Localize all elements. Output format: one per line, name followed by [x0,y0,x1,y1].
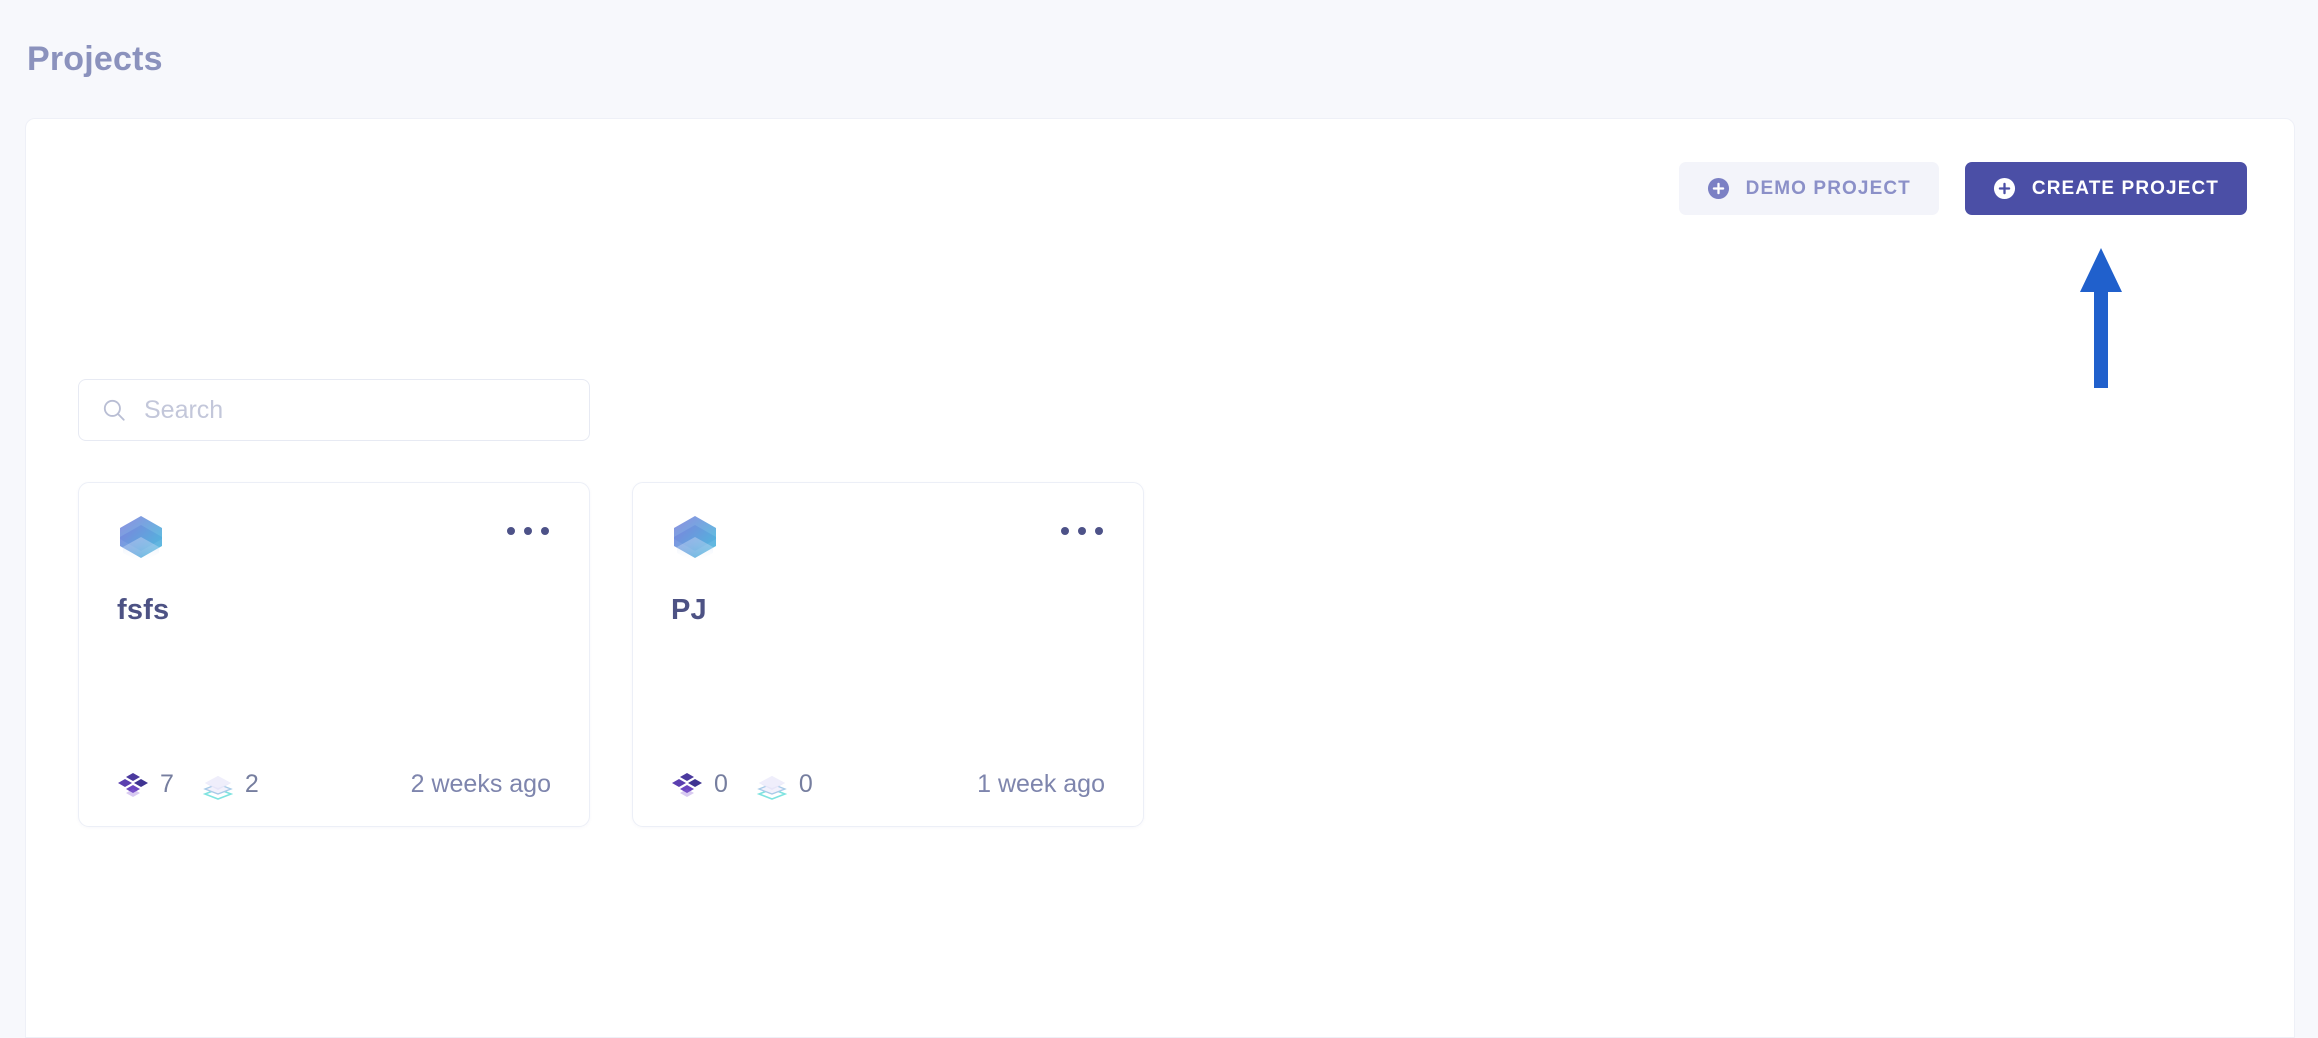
more-horizontal-icon [524,527,532,535]
project-card-menu-button[interactable] [1049,515,1107,547]
projects-grid: fsfs 7 2 2 weeks ago PJ 0 0 1 week ago [78,482,1144,827]
create-project-label: CREATE PROJECT [2031,177,2219,199]
more-horizontal-icon [541,527,549,535]
plus-circle-icon [1993,177,2015,200]
create-project-button[interactable]: CREATE PROJECT [1964,162,2247,215]
project-card-header [79,483,589,575]
project-layers-count: 2 [244,769,259,798]
project-members-stat: 0 [671,768,728,800]
project-updated-time: 1 week ago [977,769,1105,798]
search-input[interactable] [144,395,567,425]
page-header: Projects [0,0,2318,118]
layers-icon [202,776,234,800]
projects-panel: DEMO PROJECT CREATE PROJECT Search fsfs … [25,118,2295,1038]
cluster-icon [118,773,148,797]
project-card-footer: 7 2 2 weeks ago [79,768,589,800]
search-box[interactable] [78,379,590,441]
toolbar: DEMO PROJECT CREATE PROJECT [1678,162,2247,215]
page-title: Projects [27,39,163,78]
hexagon-cube-icon [674,516,716,563]
layers-icon [756,776,788,800]
project-members-stat: 7 [117,768,174,800]
plus-circle-icon [1707,177,1729,200]
demo-project-button[interactable]: DEMO PROJECT [1678,162,1939,215]
project-card-header [633,483,1143,575]
search-icon [103,399,125,421]
project-card[interactable]: fsfs 7 2 2 weeks ago [78,482,590,827]
project-members-count: 0 [714,769,728,798]
demo-project-label: DEMO PROJECT [1745,177,1911,199]
project-layers-stat: 0 [756,768,813,800]
project-card-footer: 0 0 1 week ago [633,768,1143,800]
project-layers-count: 0 [798,769,813,798]
project-name: fsfs [117,594,170,626]
project-updated-time: 2 weeks ago [410,769,551,798]
project-name: PJ [671,594,707,626]
more-horizontal-icon [507,527,515,535]
project-card[interactable]: PJ 0 0 1 week ago [632,482,1144,827]
hexagon-cube-icon [120,516,162,563]
more-horizontal-icon [1078,527,1086,535]
project-card-menu-button[interactable] [495,515,553,547]
more-horizontal-icon [1095,527,1103,535]
cluster-icon [672,773,702,797]
project-members-count: 7 [160,769,174,798]
more-horizontal-icon [1061,527,1069,535]
project-layers-stat: 2 [202,768,259,800]
